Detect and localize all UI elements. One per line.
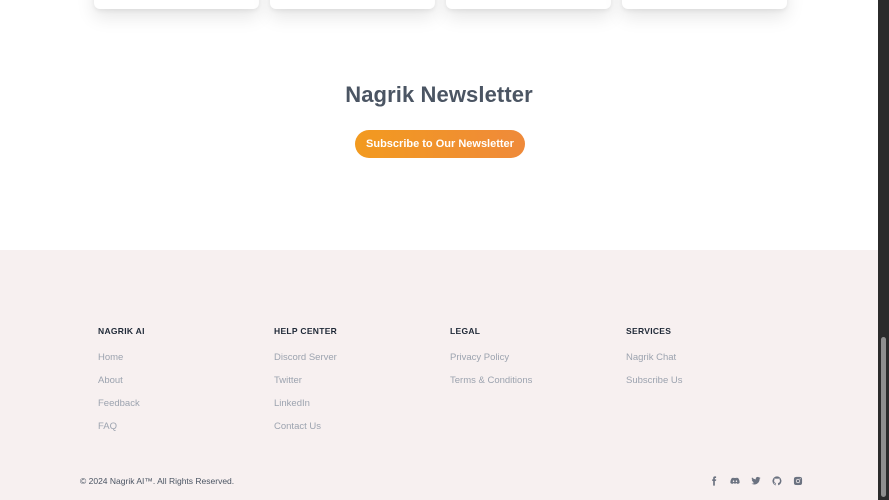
footer-link-privacy-policy[interactable]: Privacy Policy xyxy=(450,352,509,363)
subscribe-newsletter-button[interactable]: Subscribe to Our Newsletter xyxy=(355,130,525,158)
instagram-icon[interactable] xyxy=(791,474,804,487)
footer-link-faq[interactable]: FAQ xyxy=(98,421,117,432)
footer-link-nagrik-chat[interactable]: Nagrik Chat xyxy=(626,352,676,363)
page-scrollbar[interactable] xyxy=(878,0,889,500)
page: Nagrik Newsletter Subscribe to Our Newsl… xyxy=(0,0,878,500)
feature-cards xyxy=(94,0,787,9)
footer-link-twitter[interactable]: Twitter xyxy=(274,375,302,386)
footer-link-about[interactable]: About xyxy=(98,375,123,386)
copyright-text: © 2024 Nagrik AI™. All Rights Reserved. xyxy=(80,476,235,486)
footer-column-legal: LEGAL Privacy Policy Terms & Conditions xyxy=(450,325,532,396)
newsletter-title: Nagrik Newsletter xyxy=(345,82,533,107)
footer-link-feedback[interactable]: Feedback xyxy=(98,398,140,409)
github-icon[interactable] xyxy=(770,474,783,487)
footer-link-discord-server[interactable]: Discord Server xyxy=(274,352,337,363)
footer-link-subscribe-us[interactable]: Subscribe Us xyxy=(626,375,683,386)
footer-column-help-center: HELP CENTER Discord Server Twitter Linke… xyxy=(274,325,337,442)
social-links xyxy=(707,474,812,487)
footer-link-terms-conditions[interactable]: Terms & Conditions xyxy=(450,375,532,386)
footer: NAGRIK AI Home About Feedback FAQ HELP C… xyxy=(0,250,878,500)
facebook-icon[interactable] xyxy=(707,474,720,487)
footer-link-linkedin[interactable]: LinkedIn xyxy=(274,398,310,409)
footer-link-contact-us[interactable]: Contact Us xyxy=(274,421,321,432)
footer-column-nagrik-ai: NAGRIK AI Home About Feedback FAQ xyxy=(98,325,145,442)
footer-link-home[interactable]: Home xyxy=(98,352,123,363)
footer-column-heading: NAGRIK AI xyxy=(98,326,145,336)
feature-card xyxy=(270,0,435,9)
footer-column-heading: LEGAL xyxy=(450,326,481,336)
twitter-icon[interactable] xyxy=(749,474,762,487)
feature-card xyxy=(622,0,787,9)
feature-card xyxy=(446,0,611,9)
footer-column-heading: HELP CENTER xyxy=(274,326,338,336)
footer-column-services: SERVICES Nagrik Chat Subscribe Us xyxy=(626,325,683,396)
scrollbar-thumb[interactable] xyxy=(881,337,886,497)
footer-column-heading: SERVICES xyxy=(626,326,672,336)
discord-icon[interactable] xyxy=(728,474,741,487)
feature-card xyxy=(94,0,259,9)
